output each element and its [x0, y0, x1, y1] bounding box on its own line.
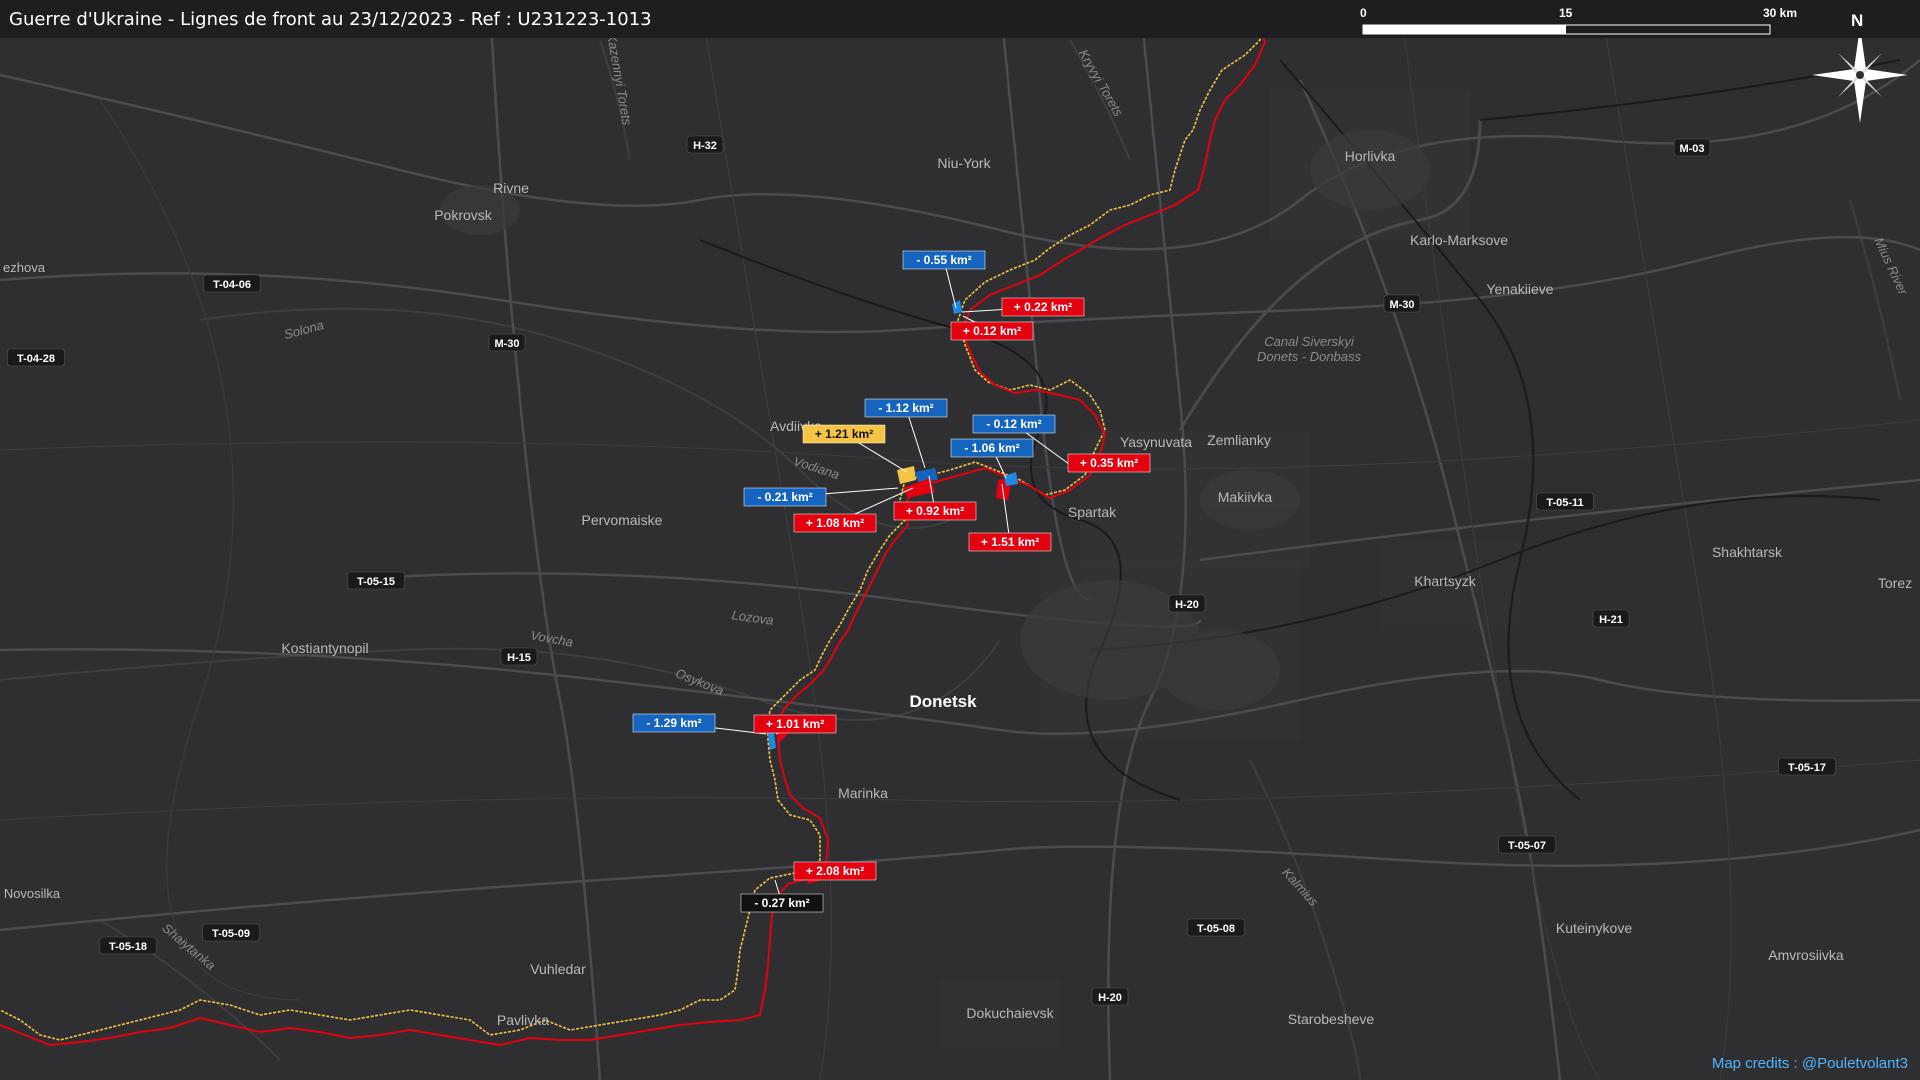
area-change-text: + 0.92 km² — [906, 504, 964, 518]
town-label: Novosilka — [4, 886, 61, 901]
town-label: Donetsk — [909, 692, 977, 711]
town-label: Yasynuvata — [1120, 434, 1192, 450]
road-label: T-04-28 — [17, 353, 55, 365]
road-shield: T-05-08 — [1187, 918, 1245, 937]
canal-label: Canal Siverskyi — [1264, 334, 1355, 349]
town-label: Rivne — [493, 180, 529, 196]
town-label: Vuhledar — [530, 961, 586, 977]
road-label: M-30 — [1389, 299, 1414, 311]
road-label: T-05-09 — [212, 928, 250, 940]
town-label: Amvrosiivka — [1768, 947, 1844, 963]
area-change-text: + 0.12 km² — [963, 324, 1021, 338]
road-label: H-20 — [1175, 599, 1199, 611]
road-label: T-05-08 — [1197, 923, 1235, 935]
road-label: H-32 — [693, 140, 717, 152]
road-label: T-05-15 — [357, 576, 395, 588]
area-change-text: - 0.21 km² — [757, 490, 812, 504]
road-shield: H-32 — [686, 135, 724, 154]
road-label: T-05-17 — [1788, 762, 1826, 774]
road-shield: M-03 — [1673, 138, 1711, 157]
road-label: T-05-07 — [1508, 840, 1546, 852]
area-change-text: - 0.12 km² — [986, 417, 1041, 431]
road-label: H-15 — [507, 652, 531, 664]
area-change-text: + 2.08 km² — [806, 864, 864, 878]
map-canvas[interactable]: Kazennyi Torets Kryvyi ToretsSolonaVodian… — [0, 0, 1920, 1080]
town-label: Dokuchaievsk — [966, 1005, 1054, 1021]
road-shield: T-04-28 — [7, 348, 65, 367]
town-label: Torez — [1878, 575, 1912, 591]
road-shield: M-30 — [488, 333, 526, 352]
town-label: ezhova — [3, 260, 46, 275]
town-label: Spartak — [1068, 504, 1117, 520]
road-shield: T-05-11 — [1536, 492, 1594, 511]
town-label: Pavlivka — [497, 1012, 549, 1028]
town-label: Kostiantynopil — [281, 640, 368, 656]
road-shield: T-05-17 — [1778, 757, 1836, 776]
area-change-label: + 1.01 km² — [753, 714, 837, 735]
town-label: Kuteinykove — [1556, 920, 1632, 936]
town-label: Niu-York — [937, 155, 991, 171]
canal-label: Donets - Donbass — [1257, 349, 1362, 364]
road-shield: T-05-15 — [347, 571, 405, 590]
area-change-text: + 0.35 km² — [1080, 456, 1138, 470]
town-label: Yenakiieve — [1486, 281, 1553, 297]
page-title: Guerre d'Ukraine - Lignes de front au 23… — [9, 9, 652, 30]
road-label: H-20 — [1098, 992, 1122, 1004]
map-view[interactable]: Kazennyi Torets Kryvyi Torets Solona Vodian… — [0, 0, 1920, 1080]
town-label: Karlo-Marksove — [1410, 232, 1508, 248]
area-change-label: + 2.08 km² — [793, 861, 877, 881]
area-change-text: - 1.29 km² — [646, 716, 701, 730]
road-shield: T-05-07 — [1498, 835, 1556, 854]
town-label: Marinka — [838, 785, 888, 801]
town-label: Pokrovsk — [434, 207, 493, 223]
road-shield: T-05-18 — [99, 936, 157, 955]
town-label: Horlivka — [1345, 148, 1396, 164]
road-shield: H-20 — [1168, 594, 1206, 613]
road-label: T-04-06 — [213, 279, 251, 291]
road-shield: H-20 — [1091, 987, 1129, 1006]
road-shield: T-05-09 — [202, 923, 260, 942]
road-shield: H-15 — [500, 647, 538, 666]
town-label: Makiivka — [1218, 489, 1273, 505]
town-label: Khartsyzk — [1414, 573, 1476, 589]
road-shield: T-04-06 — [203, 274, 261, 293]
town-label: Starobesheve — [1288, 1011, 1375, 1027]
area-change-text: - 1.12 km² — [878, 401, 933, 415]
town-label: Pervomaiske — [582, 512, 663, 528]
area-change-text: + 1.01 km² — [766, 717, 824, 731]
area-change-text: - 0.55 km² — [916, 253, 971, 267]
town-label: Shakhtarsk — [1712, 544, 1783, 560]
area-change-label: + 0.35 km² — [1067, 453, 1151, 473]
road-shield: H-21 — [1592, 609, 1630, 628]
town-label: Zemlianky — [1207, 432, 1271, 448]
map-credits: Map credits : @Pouletvolant3 — [1711, 1055, 1908, 1072]
road-label: T-05-11 — [1546, 497, 1583, 509]
area-change-text: - 0.27 km² — [754, 896, 809, 910]
road-label: T-05-18 — [109, 941, 147, 953]
road-label: H-21 — [1599, 614, 1623, 626]
title-bar: Guerre d'Ukraine - Lignes de front au 23… — [0, 0, 1920, 38]
road-label: M-30 — [494, 338, 519, 350]
area-change-text: + 1.51 km² — [981, 535, 1039, 549]
area-change-text: + 1.08 km² — [806, 516, 864, 530]
area-change-text: - 1.06 km² — [964, 441, 1019, 455]
area-change-text: + 0.22 km² — [1014, 300, 1072, 314]
area-change-text: + 1.21 km² — [815, 427, 873, 441]
road-shield: M-30 — [1383, 294, 1421, 313]
road-label: M-03 — [1679, 143, 1704, 155]
